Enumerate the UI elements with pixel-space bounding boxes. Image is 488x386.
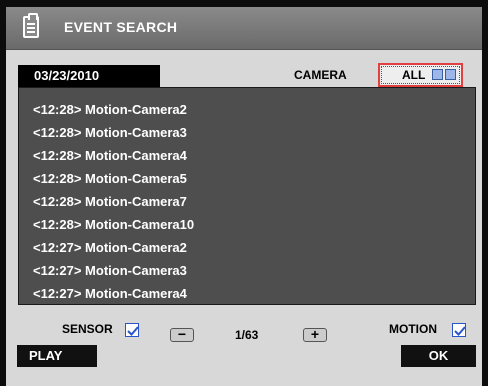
clipboard-icon (23, 13, 39, 38)
page-indicator: 1/63 (235, 328, 259, 342)
sensor-label: SENSOR (62, 322, 113, 336)
event-list[interactable]: <12:28> Motion-Camera2 <12:28> Motion-Ca… (18, 87, 476, 305)
camera-label: CAMERA (294, 68, 347, 82)
check-icon (127, 326, 139, 336)
list-item[interactable]: <12:28> Motion-Camera5 (33, 171, 187, 186)
motion-label: MOTION (389, 322, 437, 336)
list-item[interactable]: <12:28> Motion-Camera3 (33, 125, 187, 140)
list-item[interactable]: <12:27> Motion-Camera2 (33, 240, 187, 255)
camera-value: ALL (402, 68, 426, 82)
list-item[interactable]: <12:28> Motion-Camera10 (33, 217, 194, 232)
title-bar: EVENT SEARCH (6, 7, 482, 50)
list-item[interactable]: <12:28> Motion-Camera4 (33, 148, 187, 163)
check-icon (454, 326, 466, 336)
play-button[interactable]: PLAY (17, 345, 97, 367)
camera-select[interactable]: ALL (378, 63, 463, 87)
list-item[interactable]: <12:28> Motion-Camera7 (33, 194, 187, 209)
sensor-checkbox[interactable] (125, 323, 139, 337)
next-page-button[interactable]: + (303, 327, 327, 342)
window-title: EVENT SEARCH (64, 19, 178, 35)
camera-next-icon[interactable] (445, 69, 456, 80)
motion-checkbox[interactable] (452, 323, 466, 337)
event-search-dialog: EVENT SEARCH 03/23/2010 CAMERA ALL <12:2… (6, 7, 482, 386)
camera-prev-icon[interactable] (432, 69, 443, 80)
list-item[interactable]: <12:27> Motion-Camera4 (33, 286, 187, 301)
prev-page-button[interactable]: − (170, 327, 194, 342)
date-selector[interactable]: 03/23/2010 (18, 65, 160, 87)
list-item[interactable]: <12:28> Motion-Camera2 (33, 102, 187, 117)
ok-button[interactable]: OK (401, 345, 476, 367)
list-item[interactable]: <12:27> Motion-Camera3 (33, 263, 187, 278)
